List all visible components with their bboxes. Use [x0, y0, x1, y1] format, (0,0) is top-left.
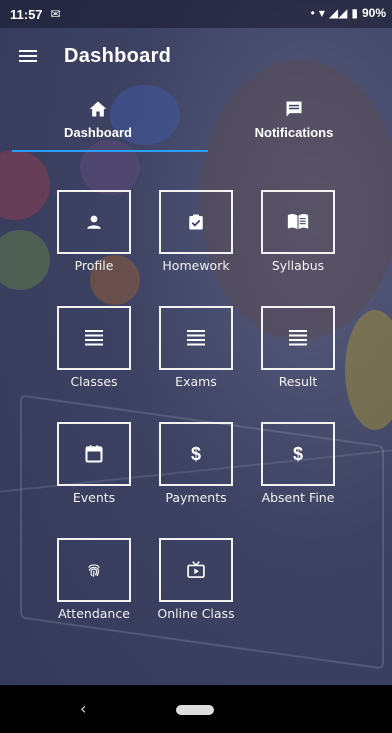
tile-label: Absent Fine	[261, 490, 335, 505]
tile-profile[interactable]: Profile	[44, 190, 144, 273]
app-bar: Dashboard	[0, 28, 392, 84]
list-icon	[57, 306, 131, 370]
back-icon[interactable]: ‹	[80, 699, 86, 718]
tile-label: Classes	[70, 374, 118, 389]
tile-syllabus[interactable]: Syllabus	[248, 190, 348, 273]
tile-events[interactable]: Events	[44, 422, 144, 505]
page-title: Dashboard	[64, 44, 172, 67]
calendar-icon	[57, 422, 131, 486]
tile-homework[interactable]: Homework	[146, 190, 246, 273]
book-icon	[261, 190, 335, 254]
tile-absent-fine[interactable]: $ Absent Fine	[248, 422, 348, 505]
tile-label: Profile	[74, 258, 114, 273]
tile-label: Result	[278, 374, 318, 389]
tile-attendance[interactable]: Attendance	[44, 538, 144, 621]
tab-label: Dashboard	[64, 124, 132, 140]
battery-icon: ▮	[351, 6, 358, 20]
dot-icon: •	[310, 6, 315, 20]
live-tv-icon	[159, 538, 233, 602]
tile-result[interactable]: Result	[248, 306, 348, 389]
tab-bar: Dashboard Notifications	[0, 86, 392, 152]
tile-online-class[interactable]: Online Class	[146, 538, 246, 621]
dollar-icon: $	[159, 422, 233, 486]
tile-payments[interactable]: $ Payments	[146, 422, 246, 505]
list-icon	[159, 306, 233, 370]
fingerprint-icon	[57, 538, 131, 602]
menu-icon[interactable]	[0, 28, 56, 84]
status-icons: • ▾ ◢◢ ▮ 90%	[311, 6, 386, 20]
tab-indicator	[12, 150, 208, 152]
signal-icon: ◢◢	[328, 6, 348, 20]
tab-label: Notifications	[254, 124, 334, 140]
battery-level: 90%	[361, 6, 386, 20]
home-pill-icon[interactable]	[176, 705, 214, 715]
list-icon	[261, 306, 335, 370]
tab-dashboard[interactable]: Dashboard	[0, 86, 196, 152]
mail-notification-icon: ✉	[50, 7, 61, 21]
tab-notifications[interactable]: Notifications	[196, 86, 392, 152]
tile-label: Homework	[162, 258, 230, 273]
system-nav-bar: ‹	[0, 685, 392, 733]
tile-label: Events	[72, 490, 116, 505]
tile-label: Payments	[165, 490, 227, 505]
clipboard-check-icon	[159, 190, 233, 254]
tile-label: Syllabus	[271, 258, 325, 273]
tile-classes[interactable]: Classes	[44, 306, 144, 389]
message-icon	[284, 99, 304, 121]
tile-label: Exams	[175, 374, 217, 389]
status-bar: 11:57 ✉ • ▾ ◢◢ ▮ 90%	[0, 0, 392, 28]
tile-label: Attendance	[58, 606, 130, 621]
tile-exams[interactable]: Exams	[146, 306, 246, 389]
dollar-icon: $	[261, 422, 335, 486]
tile-label: Online Class	[157, 606, 235, 621]
home-icon	[88, 99, 108, 121]
wifi-icon: ▾	[318, 6, 325, 20]
status-time: 11:57	[10, 6, 43, 22]
person-icon	[57, 190, 131, 254]
